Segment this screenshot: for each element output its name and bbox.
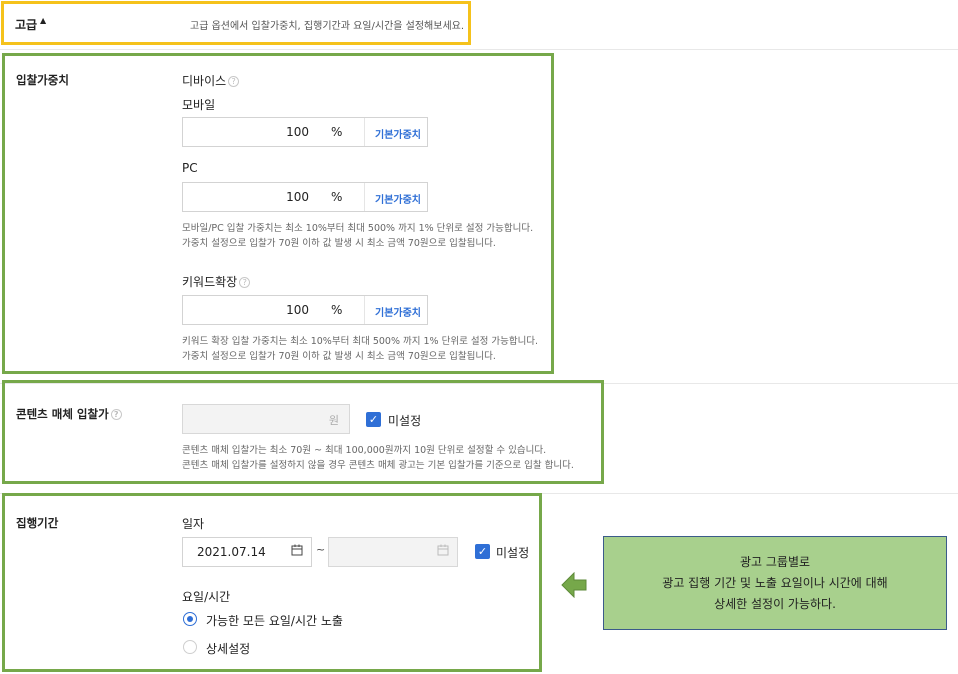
left-arrow-icon — [561, 571, 587, 601]
mobile-weight-field[interactable]: 100 % 기본가중치 — [182, 117, 428, 147]
mobile-default-weight-button[interactable]: 기본가중치 — [375, 126, 421, 141]
divider — [364, 183, 365, 211]
note-line: 키워드 확장 입찰 가중치는 최소 10%부터 최대 500% 까지 1% 단위… — [182, 336, 539, 347]
annotation-callout: 광고 그룹별로 광고 집행 기간 및 노출 요일이나 시간에 대해 상세한 설정… — [603, 536, 947, 630]
callout-line: 상세한 설정이 가능하다. — [714, 597, 836, 611]
bid-weight-title: 입찰가중치 — [16, 73, 69, 87]
note-line: 콘텐츠 매체 입찰가는 최소 70원 ~ 최대 100,000원까지 10원 단… — [182, 445, 547, 456]
caret-up-icon[interactable]: ▲ — [40, 16, 46, 25]
date-label: 일자 — [182, 517, 205, 531]
help-icon[interactable]: ? — [239, 277, 251, 288]
content-bid-input[interactable]: 원 — [182, 404, 350, 434]
keyword-weight-note: 키워드 확장 입찰 가중치는 최소 10%부터 최대 500% 까지 1% 단위… — [182, 334, 538, 364]
divider — [364, 296, 365, 324]
keyword-weight-value[interactable]: 100 — [286, 303, 309, 317]
note-line: 가중치 설정으로 입찰가 70원 이하 값 발생 시 최소 금액 70원으로 입… — [182, 238, 496, 249]
advanced-description: 고급 옵션에서 입찰가중치, 집행기간과 요일/시간을 설정해보세요. — [190, 21, 465, 32]
pc-weight-field[interactable]: 100 % 기본가중치 — [182, 182, 428, 212]
calendar-icon — [437, 544, 449, 559]
keyword-default-weight-button[interactable]: 기본가중치 — [375, 304, 421, 319]
won-unit: 원 — [328, 414, 339, 427]
detail-setting-label[interactable]: 상세설정 — [206, 640, 250, 657]
device-label-text: 디바이스 — [182, 74, 227, 88]
date-range-separator: ~ — [316, 543, 326, 556]
content-bid-title: 콘텐츠 매체 입찰가? — [16, 406, 122, 422]
content-bid-unset-checkbox[interactable]: ✓ — [366, 412, 381, 427]
start-date-input[interactable]: 2021.07.14 — [182, 537, 312, 567]
schedule-title: 집행기간 — [16, 516, 59, 530]
divider — [0, 49, 958, 50]
note-line: 모바일/PC 입찰 가중치는 최소 10%부터 최대 500% 까지 1% 단위… — [182, 223, 534, 234]
device-weight-note: 모바일/PC 입찰 가중치는 최소 10%부터 최대 500% 까지 1% 단위… — [182, 221, 533, 251]
help-icon[interactable]: ? — [110, 409, 122, 420]
callout-line: 광고 집행 기간 및 노출 요일이나 시간에 대해 — [662, 576, 888, 590]
help-icon[interactable]: ? — [228, 76, 240, 87]
pc-label: PC — [182, 161, 198, 175]
percent-unit: % — [331, 125, 343, 139]
bid-weight-highlight — [2, 53, 554, 374]
detail-setting-radio[interactable] — [183, 640, 197, 654]
keyword-weight-field[interactable]: 100 % 기본가중치 — [182, 295, 428, 325]
day-time-label: 요일/시간 — [182, 590, 231, 604]
percent-unit: % — [331, 190, 343, 204]
schedule-highlight — [2, 493, 542, 672]
keyword-expansion-label: 키워드확장? — [182, 273, 251, 290]
content-bid-note: 콘텐츠 매체 입찰가는 최소 70원 ~ 최대 100,000원까지 10원 단… — [182, 443, 574, 473]
percent-unit: % — [331, 303, 343, 317]
pc-default-weight-button[interactable]: 기본가중치 — [375, 191, 421, 206]
all-day-time-label[interactable]: 가능한 모든 요일/시간 노출 — [206, 612, 343, 629]
keyword-expansion-label-text: 키워드확장 — [182, 275, 238, 289]
mobile-weight-value[interactable]: 100 — [286, 125, 309, 139]
end-date-input[interactable] — [328, 537, 458, 567]
all-day-time-radio[interactable] — [183, 612, 197, 626]
start-date-value: 2021.07.14 — [197, 545, 266, 559]
end-date-unset-label[interactable]: 미설정 — [496, 544, 529, 561]
divider — [364, 118, 365, 146]
note-line: 가중치 설정으로 입찰가 70원 이하 값 발생 시 최소 금액 70원으로 입… — [182, 351, 496, 362]
callout-line: 광고 그룹별로 — [739, 555, 811, 569]
content-bid-title-text: 콘텐츠 매체 입찰가 — [16, 407, 109, 421]
pc-weight-value[interactable]: 100 — [286, 190, 309, 204]
calendar-icon[interactable] — [291, 544, 303, 559]
advanced-toggle-label[interactable]: 고급 — [15, 16, 37, 33]
end-date-unset-checkbox[interactable]: ✓ — [475, 544, 490, 559]
device-label: 디바이스? — [182, 72, 240, 89]
content-bid-unset-label[interactable]: 미설정 — [388, 412, 421, 429]
mobile-label: 모바일 — [182, 98, 216, 112]
note-line: 콘텐츠 매체 입찰가를 설정하지 않을 경우 콘텐츠 매체 광고는 기본 입찰가… — [182, 460, 574, 471]
